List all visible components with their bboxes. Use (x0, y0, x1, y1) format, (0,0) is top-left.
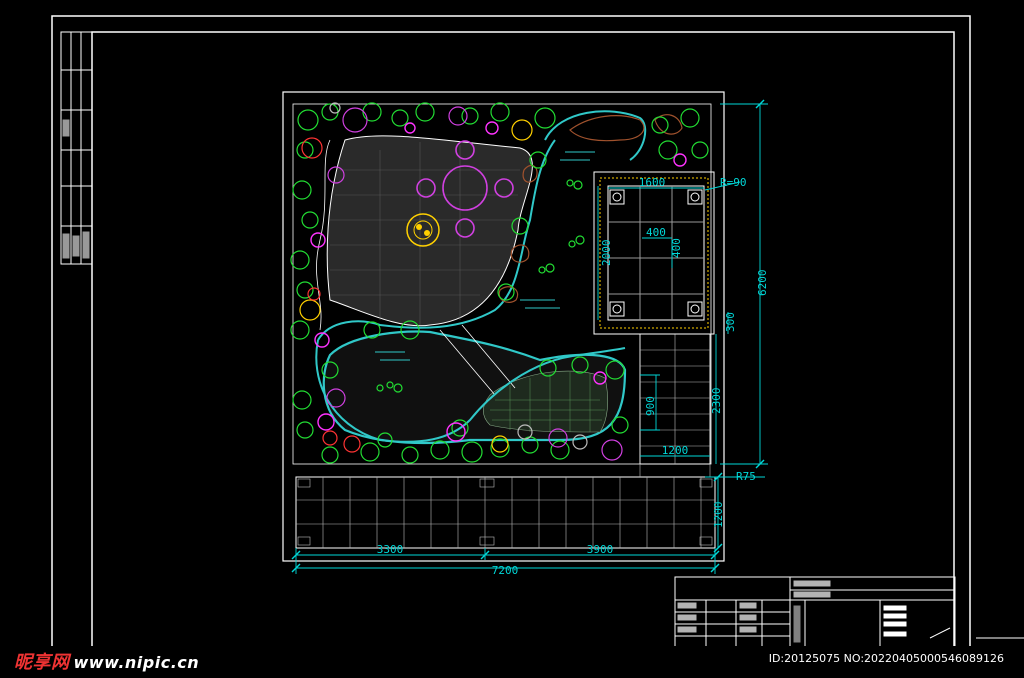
rockery (498, 114, 683, 303)
watermark-logo: 昵享网 (14, 652, 70, 673)
inner-frame (91, 31, 955, 649)
cad-landscape-plan: 1600 R=90 400 400 2000 6200 300 2300 900… (0, 15, 1024, 678)
dim-1600: 1600 (639, 176, 666, 189)
watermark-image-id: ID:20125075 NO:20220405000546089126 (768, 652, 1004, 665)
dim-3900: 3900 (587, 543, 614, 556)
dim-2300: 2300 (710, 388, 723, 415)
dim-2000: 2000 (600, 240, 613, 267)
dim-1200-horizontal: 1200 (662, 444, 689, 457)
dim-300: 300 (724, 312, 737, 332)
dim-7200: 7200 (492, 564, 519, 577)
dim-1200-vertical: 1200 (712, 502, 725, 529)
binding-strip (60, 31, 93, 265)
upper-patio (326, 135, 533, 327)
terrace-paving (295, 476, 716, 549)
dim-r75: R75 (736, 470, 756, 483)
watermark-site: 昵享网 www.nipic.cn (14, 648, 199, 674)
dim-3300: 3300 (377, 543, 404, 556)
watermark-url: www.nipic.cn (73, 653, 200, 672)
dim-6200: 6200 (756, 270, 769, 297)
dim-900: 900 (644, 396, 657, 416)
dim-400-vertical: 400 (670, 238, 683, 258)
dim-r90: R=90 (720, 176, 747, 189)
title-block (674, 576, 956, 649)
dim-400-horizontal: 400 (646, 226, 666, 239)
